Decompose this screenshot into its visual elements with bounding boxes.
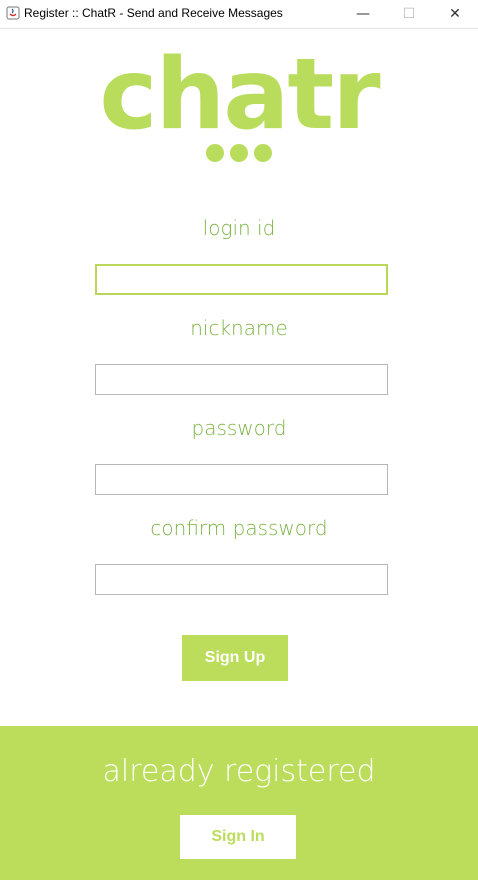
logo-dot: [254, 144, 272, 162]
java-icon[interactable]: [6, 6, 20, 20]
logo-dots: [0, 144, 478, 162]
sign-up-button[interactable]: Sign Up: [182, 635, 288, 681]
footer-panel: already registered Sign In: [0, 726, 478, 880]
login-id-field[interactable]: [95, 264, 388, 295]
maximize-icon: ☐: [402, 6, 416, 22]
maximize-button[interactable]: ☐: [386, 0, 432, 28]
confirm-password-label: confirm password: [150, 516, 328, 540]
title-bar: Register :: ChatR - Send and Receive Mes…: [0, 0, 478, 29]
password-label: password: [191, 416, 287, 440]
nickname-label: nickname: [190, 316, 288, 340]
logo-dot: [230, 144, 248, 162]
nickname-field[interactable]: [95, 364, 388, 395]
minimize-button[interactable]: —: [340, 0, 386, 28]
login-id-label: login id: [202, 216, 276, 240]
confirm-password-field[interactable]: [95, 564, 388, 595]
chatr-logo: chatr: [0, 40, 478, 162]
already-registered-heading: already registered: [102, 754, 376, 789]
password-field[interactable]: [95, 464, 388, 495]
close-icon: ✕: [449, 6, 461, 22]
window-title: Register :: ChatR - Send and Receive Mes…: [24, 6, 283, 20]
minimize-icon: —: [356, 6, 370, 22]
logo-dot: [206, 144, 224, 162]
close-button[interactable]: ✕: [432, 0, 478, 28]
sign-in-button[interactable]: Sign In: [180, 815, 296, 859]
logo-wordmark: chatr: [99, 38, 380, 152]
